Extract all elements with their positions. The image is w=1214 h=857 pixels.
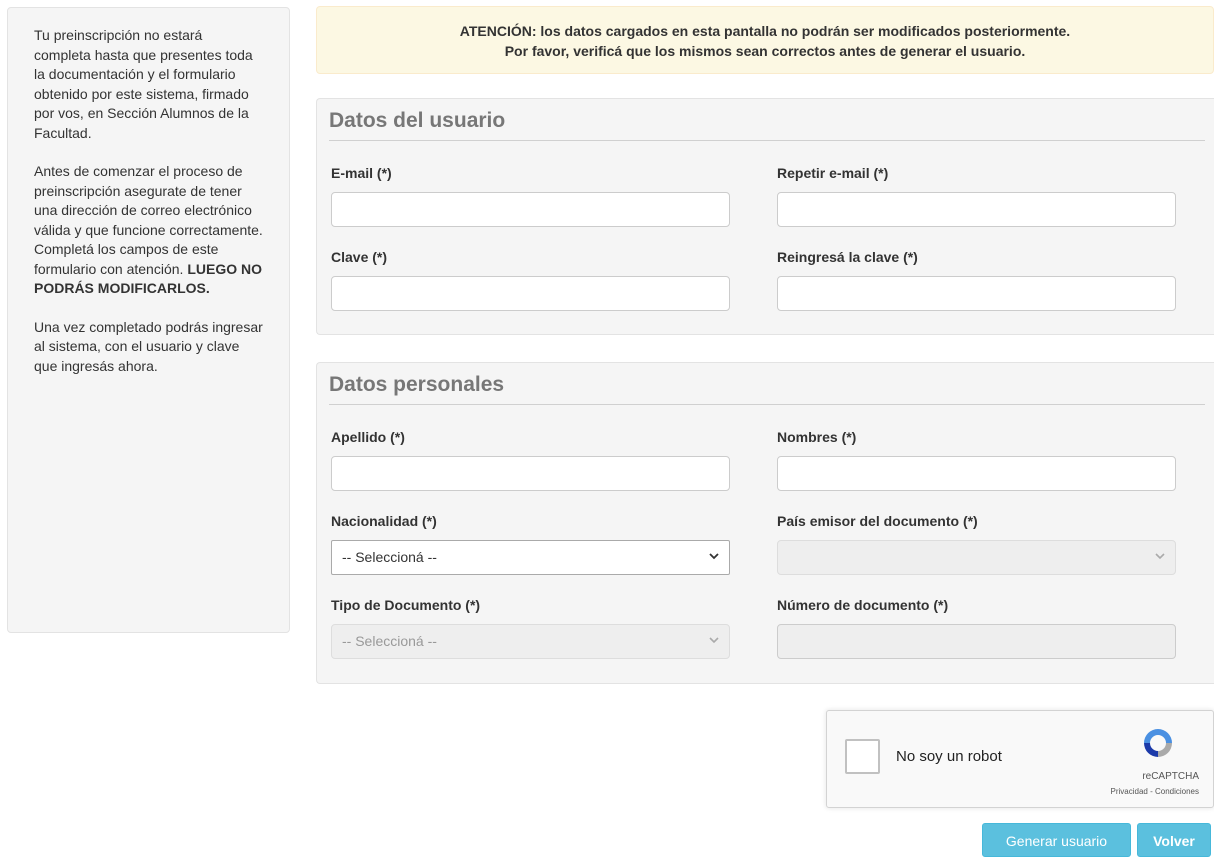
recaptcha-checkbox[interactable] bbox=[845, 739, 880, 774]
email-repeat-field[interactable] bbox=[777, 192, 1176, 227]
names-field[interactable] bbox=[777, 456, 1176, 491]
issuing-country-select[interactable] bbox=[777, 540, 1176, 575]
recaptcha-brand: reCAPTCHA bbox=[1142, 771, 1199, 782]
password-repeat-field[interactable] bbox=[777, 276, 1176, 311]
password-field[interactable] bbox=[331, 276, 730, 311]
user-section-title: Datos del usuario bbox=[329, 109, 1205, 141]
sidebar-paragraph-2: Antes de comenzar el proceso de preinscr… bbox=[34, 162, 263, 299]
recaptcha-links[interactable]: Privacidad - Condiciones bbox=[1111, 787, 1200, 796]
recaptcha-widget: No soy un robot reCAPTCHA Privacidad - C… bbox=[826, 710, 1214, 808]
info-sidebar: Tu preinscripción no estará completa has… bbox=[7, 7, 290, 633]
password-label: Clave (*) bbox=[331, 249, 388, 265]
issuing-country-label: País emisor del documento (*) bbox=[777, 513, 978, 529]
doc-number-label: Número de documento (*) bbox=[777, 597, 949, 613]
nationality-label: Nacionalidad (*) bbox=[331, 513, 437, 529]
chevron-down-icon bbox=[709, 553, 719, 560]
recaptcha-label: No soy un robot bbox=[896, 748, 1002, 765]
alert-prefix: ATENCIÓN: bbox=[459, 23, 537, 39]
nationality-value: -- Seleccioná -- bbox=[342, 549, 437, 565]
chevron-down-icon bbox=[1155, 553, 1165, 560]
names-label: Nombres (*) bbox=[777, 429, 857, 445]
nationality-select[interactable]: -- Seleccioná -- bbox=[331, 540, 730, 575]
recaptcha-logo-icon bbox=[1144, 729, 1172, 757]
generate-user-button[interactable]: Generar usuario bbox=[982, 823, 1131, 857]
personal-section-title: Datos personales bbox=[329, 373, 1205, 405]
doc-type-select[interactable]: -- Seleccioná -- bbox=[331, 624, 730, 659]
email-label: E-mail (*) bbox=[331, 165, 392, 181]
doc-type-label: Tipo de Documento (*) bbox=[331, 597, 481, 613]
warning-alert: ATENCIÓN: los datos cargados en esta pan… bbox=[316, 6, 1214, 74]
password-repeat-label: Reingresá la clave (*) bbox=[777, 249, 918, 265]
alert-line-1-text: los datos cargados en esta pantalla no p… bbox=[536, 23, 1071, 39]
lastname-label: Apellido (*) bbox=[331, 429, 405, 445]
chevron-down-icon bbox=[709, 637, 719, 644]
alert-line-2: Por favor, verificá que los mismos sean … bbox=[504, 43, 1026, 59]
doc-type-value: -- Seleccioná -- bbox=[342, 633, 437, 649]
email-repeat-label: Repetir e-mail (*) bbox=[777, 165, 889, 181]
lastname-field[interactable] bbox=[331, 456, 730, 491]
doc-number-field[interactable] bbox=[777, 624, 1176, 659]
sidebar-paragraph-3: Una vez completado podrás ingresar al si… bbox=[34, 318, 263, 374]
sidebar-paragraph-2-text: Antes de comenzar el proceso de preinscr… bbox=[34, 163, 263, 277]
alert-line-1: ATENCIÓN: los datos cargados en esta pan… bbox=[317, 21, 1213, 41]
sidebar-paragraph-1: Tu preinscripción no estará completa has… bbox=[34, 27, 253, 141]
user-data-section: Datos del usuario E-mail (*) Repetir e-m… bbox=[316, 98, 1214, 335]
personal-data-section: Datos personales Apellido (*) Nombres (*… bbox=[316, 362, 1214, 684]
email-field[interactable] bbox=[331, 192, 730, 227]
back-button[interactable]: Volver bbox=[1137, 823, 1211, 857]
